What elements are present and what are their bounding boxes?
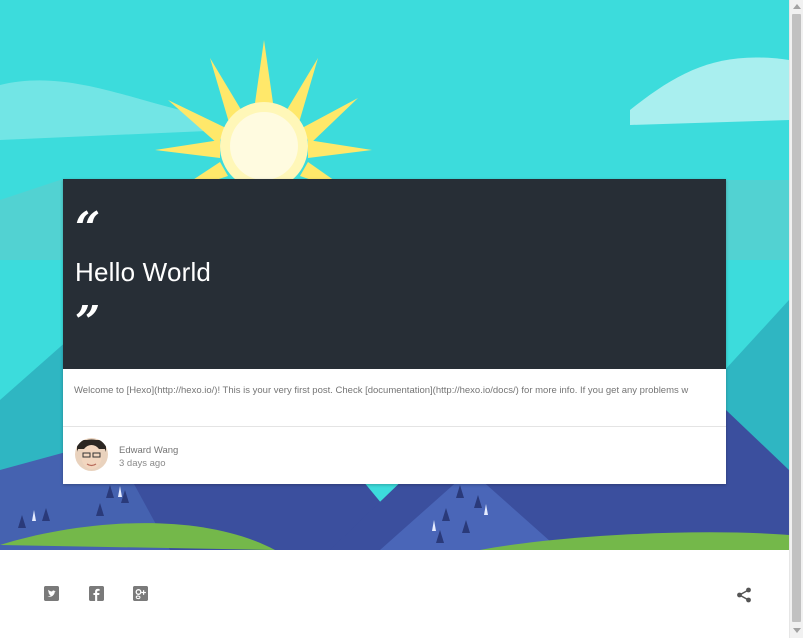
post-author-block: Edward Wang 3 days ago xyxy=(63,427,726,483)
share-footer xyxy=(0,550,789,638)
scroll-down-arrow-icon[interactable] xyxy=(793,628,801,633)
avatar-image xyxy=(75,438,108,471)
open-quote-icon: “ xyxy=(75,203,101,254)
facebook-glyph xyxy=(89,586,104,601)
author-name[interactable]: Edward Wang xyxy=(119,445,178,456)
twitter-glyph xyxy=(44,586,59,601)
google-plus-icon[interactable] xyxy=(133,586,148,601)
post-date: 3 days ago xyxy=(119,458,166,469)
share-icon[interactable] xyxy=(735,586,753,604)
share-glyph xyxy=(737,587,751,603)
post-card-header: “ Hello World ” xyxy=(63,179,726,369)
google-plus-glyph xyxy=(133,586,148,601)
avatar[interactable] xyxy=(75,438,108,471)
close-quote-icon: ” xyxy=(75,297,101,348)
scroll-up-arrow-icon[interactable] xyxy=(793,4,801,9)
post-title[interactable]: Hello World xyxy=(75,257,211,288)
facebook-icon[interactable] xyxy=(89,586,104,601)
post-excerpt: Welcome to [Hexo](http://hexo.io/)! This… xyxy=(63,369,726,427)
vertical-scrollbar[interactable] xyxy=(789,0,803,638)
scroll-thumb[interactable] xyxy=(792,14,801,622)
post-card[interactable]: “ Hello World ” Welcome to [Hexo](http:/… xyxy=(63,179,726,484)
twitter-icon[interactable] xyxy=(44,586,59,601)
